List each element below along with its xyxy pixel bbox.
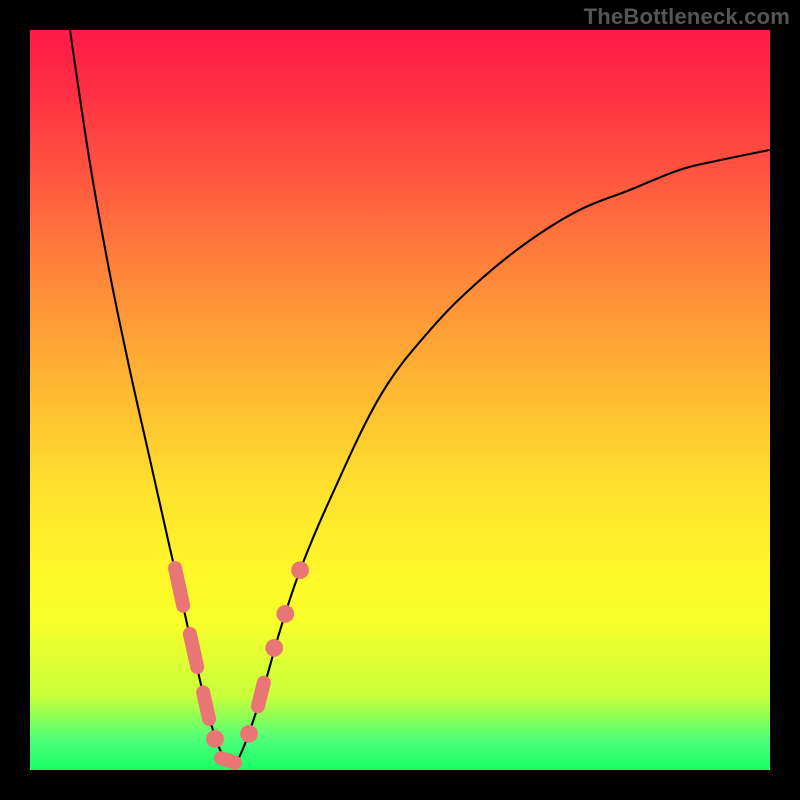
marker-capsule	[175, 568, 183, 606]
curve-line	[70, 30, 770, 765]
marker-dot	[265, 639, 283, 657]
marker-dot	[206, 730, 224, 748]
plot-area	[30, 30, 770, 770]
marker-dot	[291, 561, 309, 579]
markers-group	[175, 561, 309, 762]
watermark-text: TheBottleneck.com	[584, 4, 790, 30]
chart-svg	[30, 30, 770, 770]
chart-frame: TheBottleneck.com	[0, 0, 800, 800]
marker-dot	[240, 725, 258, 743]
marker-capsule	[258, 683, 264, 707]
marker-capsule	[190, 634, 197, 667]
marker-dot	[276, 605, 294, 623]
marker-capsule	[221, 758, 235, 762]
marker-capsule	[203, 692, 209, 719]
